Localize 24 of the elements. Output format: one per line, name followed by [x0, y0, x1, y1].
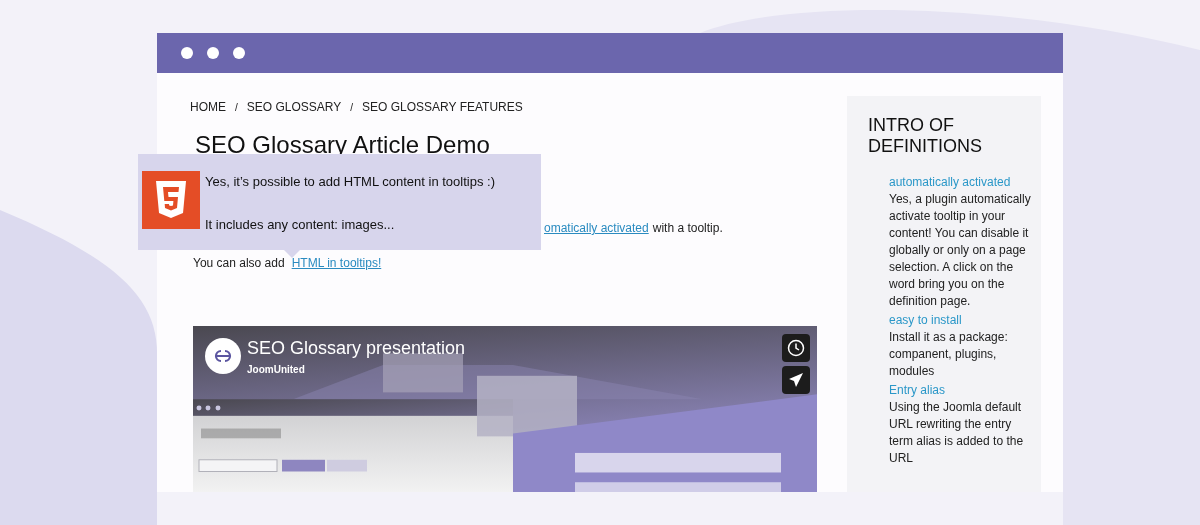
clock-icon: [787, 339, 805, 357]
video-player[interactable]: SEO Glossary presentation JoomUnited: [193, 326, 817, 492]
tooltip-text: Yes, it’s possible to add HTML content in tooltips :): [205, 173, 495, 191]
watch-later-button[interactable]: [782, 334, 810, 362]
video-title[interactable]: SEO Glossary presentation: [247, 335, 466, 362]
article-text: with a tooltip.: [652, 220, 723, 237]
breadcrumb-link[interactable]: SEO GLOSSARY FEATURES: [362, 98, 523, 116]
breadcrumb-separator: /: [235, 100, 238, 115]
article-text: You can also add: [193, 255, 285, 272]
html5-logo-icon: [142, 171, 200, 229]
tooltip-text: It includes any content: images...: [205, 215, 396, 234]
channel-name[interactable]: JoomUnited: [247, 362, 466, 377]
tooltip-link[interactable]: HTML in tooltips!: [291, 254, 382, 272]
breadcrumb-separator: /: [350, 100, 354, 115]
breadcrumb-link[interactable]: SEO GLOSSARY: [246, 98, 342, 116]
definition-text: Using the Joomla default URL rewriting the entry term alias is added to the URL: [889, 399, 1025, 467]
breadcrumb-link[interactable]: HOME: [190, 98, 226, 116]
paper-plane-icon: [788, 372, 804, 388]
sidebar-title: INTRO OF DEFINITIONS: [868, 115, 983, 157]
definition-text: Install it as a package: companent, plugins, modules: [889, 329, 1009, 380]
article-title: SEO Glossary Article Demo: [195, 131, 491, 158]
definition-text: Yes, a plugin automatically activate tooltip in your content! You can disable it globally or only on a page selection. A click on the word bring you on the definition page.: [889, 191, 1032, 310]
share-button[interactable]: [782, 366, 810, 394]
glossary-link[interactable]: omatically activated: [544, 219, 649, 237]
